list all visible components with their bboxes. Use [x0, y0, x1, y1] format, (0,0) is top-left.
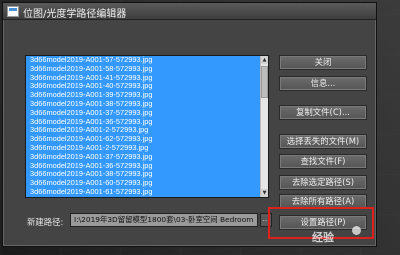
file-list-item[interactable]: 3d66model2019-A001-36-572993.jpg [26, 162, 262, 171]
file-list-item[interactable]: 3d66model2019-A001-38-572993.jpg [26, 170, 262, 179]
copy-files-button[interactable]: 复制文件(C)... [279, 105, 367, 120]
title-bar[interactable]: 位图/光度学路径编辑器 [3, 3, 376, 20]
file-list-item[interactable]: 3d66model2019-A001-40-572993.jpg [26, 82, 262, 91]
close-button[interactable]: 关闭 [279, 55, 367, 70]
select-missing-files-button[interactable]: 选择丢失的文件(M) [279, 134, 367, 149]
file-list-item[interactable]: 3d66model2019-A001-38-572993.jpg [26, 100, 262, 109]
vertical-scrollbar[interactable]: ▲ ▼ [260, 56, 268, 197]
file-list-item[interactable]: 3d66model2019-A001-36-572993.jpg [26, 118, 262, 127]
file-list[interactable]: 3d66model2019-A001-57-572993.jpg 3d66mode… [25, 55, 269, 198]
file-list-item[interactable]: 3d66model2019-A001-2-572993.jpg [26, 126, 262, 135]
watermark-text: 经验 [312, 231, 334, 244]
file-list-item[interactable]: 3d66model2019-A001-61-572993.jpg [26, 188, 262, 197]
file-list-item[interactable]: 3d66model2019-A001-37-572993.jpg [26, 153, 262, 162]
file-list-item[interactable]: 3d66model2019-A001-57-572993.jpg [26, 56, 262, 65]
find-files-button[interactable]: 查找文件(F) [279, 154, 367, 169]
file-list-item[interactable]: 3d66model2019-A001-60-572993.jpg [26, 179, 262, 188]
file-list-item[interactable]: 3d66model2019-A001-62-572993.jpg [26, 135, 262, 144]
file-list-item[interactable]: 3d66model2019-A001-37-572993.jpg [26, 109, 262, 118]
baidu-paw-logo-icon [352, 226, 361, 235]
file-list-item[interactable]: 3d66model2019-A001-2-572993.jpg [26, 144, 262, 153]
scroll-up-arrow-icon[interactable]: ▲ [261, 56, 268, 64]
scroll-down-arrow-icon[interactable]: ▼ [261, 189, 268, 197]
file-list-item[interactable]: 3d66model2019-A001-41-572993.jpg [26, 74, 262, 83]
file-list-rows: 3d66model2019-A001-57-572993.jpg 3d66mode… [26, 56, 262, 197]
scroll-thumb[interactable] [261, 66, 268, 98]
app-icon [7, 6, 19, 17]
file-list-item[interactable]: 3d66model2019-A001-39-572993.jpg [26, 91, 262, 100]
strip-selected-paths-button[interactable]: 去除选定路径(S) [279, 175, 367, 190]
new-path-label: 新建路径: [27, 217, 64, 227]
file-list-item[interactable]: 3d66model2019-A001-58-572993.jpg [26, 65, 262, 74]
info-button[interactable]: 信息... [279, 76, 367, 91]
new-path-input[interactable]: I:\2019年3D留留模型1800套\03-卧室空间 Bedroom [70, 213, 258, 227]
dialog-title: 位图/光度学路径编辑器 [23, 9, 127, 20]
